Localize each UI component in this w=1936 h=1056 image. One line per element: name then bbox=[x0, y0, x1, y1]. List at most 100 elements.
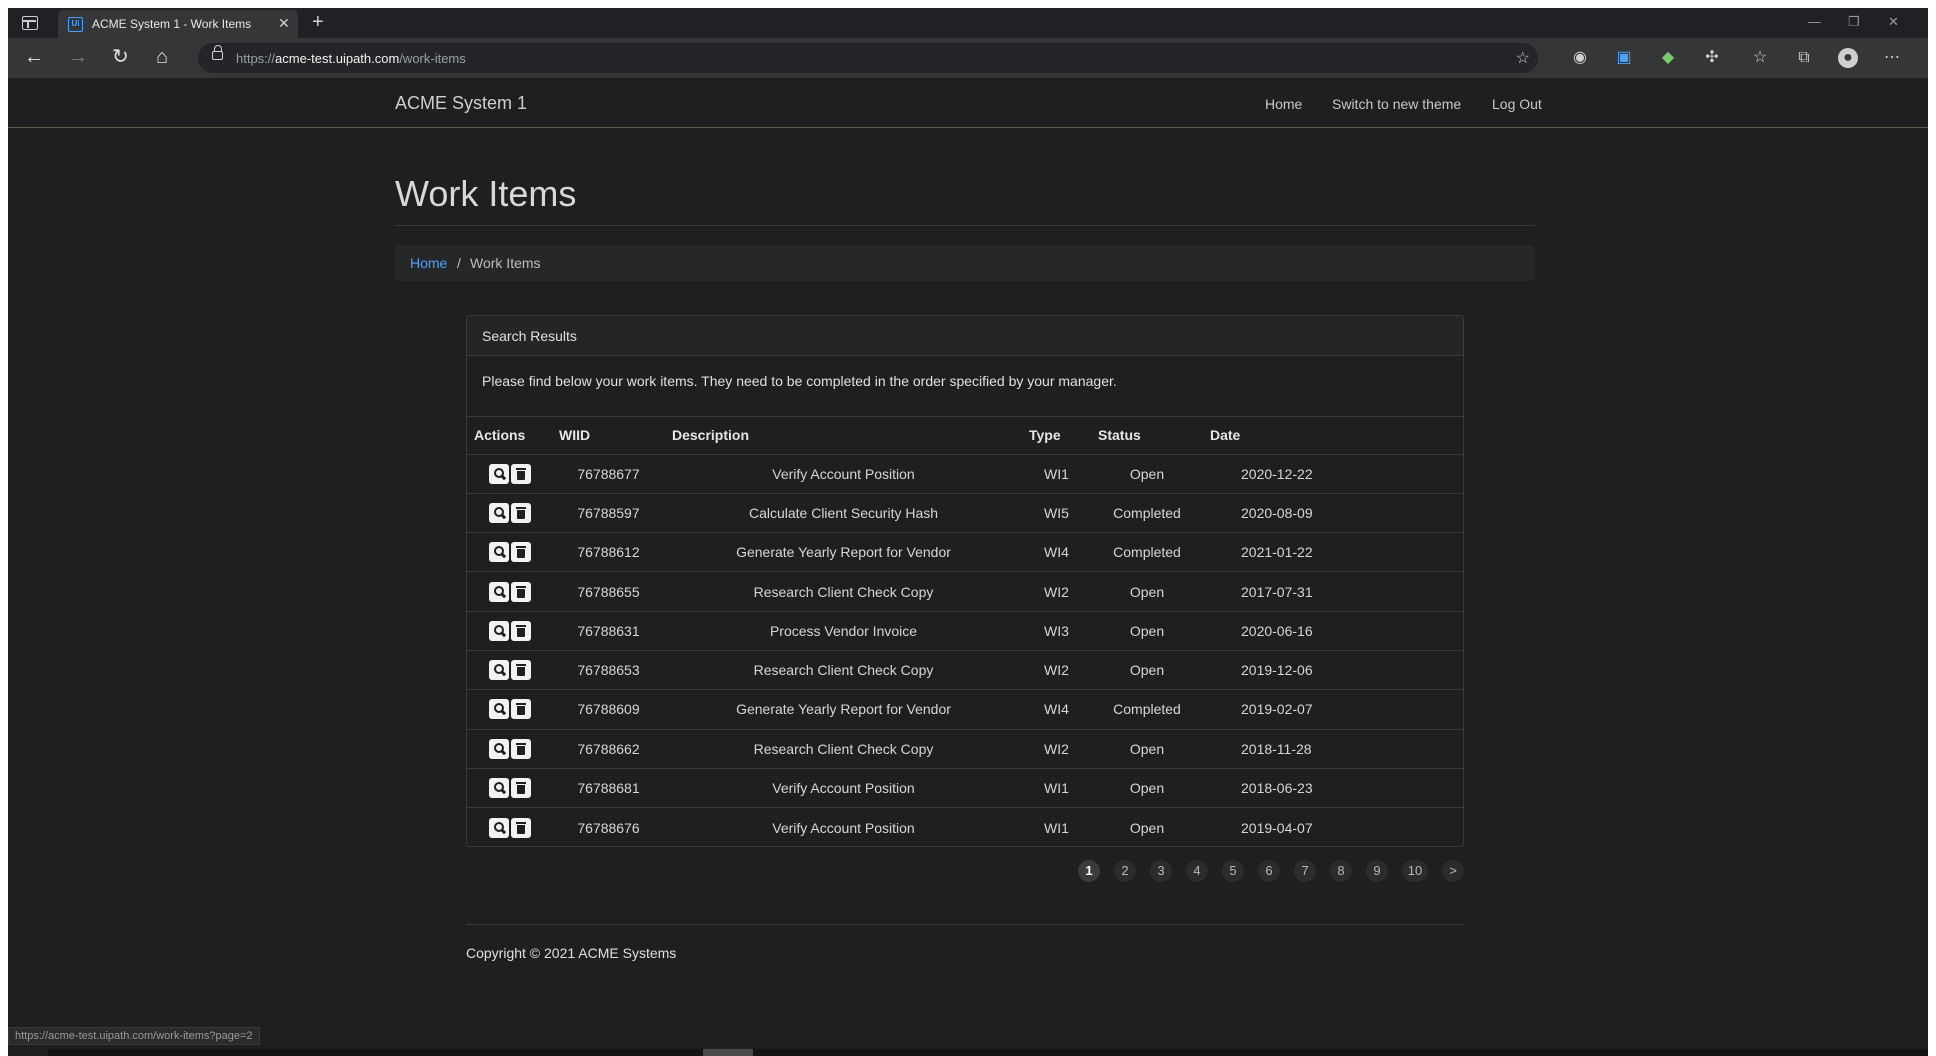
restore-icon[interactable]: ❐ bbox=[1848, 14, 1860, 30]
page-7-button[interactable]: 7 bbox=[1294, 860, 1316, 882]
horizontal-scrollbar[interactable] bbox=[48, 1049, 1928, 1056]
row-actions bbox=[467, 532, 552, 573]
new-tab-icon[interactable]: + bbox=[312, 11, 324, 34]
copyright-text: Copyright © 2021 ACME Systems bbox=[466, 945, 677, 961]
panel-description: Please find below your work items. They … bbox=[482, 373, 1117, 389]
close-tab-icon[interactable]: ✕ bbox=[278, 15, 290, 32]
row-actions bbox=[467, 808, 552, 847]
page-5-button[interactable]: 5 bbox=[1222, 860, 1244, 882]
nav-logout-link[interactable]: Log Out bbox=[1492, 96, 1542, 112]
close-window-icon[interactable]: ✕ bbox=[1888, 14, 1899, 30]
home-icon[interactable]: ⌂ bbox=[156, 46, 168, 68]
cell-date: 2020-06-16 bbox=[1203, 611, 1463, 651]
delete-trash-icon[interactable] bbox=[510, 738, 531, 759]
table-row: 76788609 Generate Yearly Report for Vend… bbox=[467, 689, 1463, 730]
row-actions bbox=[467, 650, 552, 691]
extension-icon[interactable]: ◉ bbox=[1570, 48, 1590, 68]
cell-date: 2020-08-09 bbox=[1203, 493, 1463, 534]
scrollbar-thumb[interactable] bbox=[703, 1049, 753, 1056]
extension-icon[interactable]: ◆ bbox=[1658, 48, 1678, 68]
cell-wiid: 76788655 bbox=[552, 571, 665, 612]
delete-trash-icon[interactable] bbox=[510, 542, 531, 563]
cell-wiid: 76788631 bbox=[552, 611, 665, 651]
url-text[interactable]: https://acme-test.uipath.com/work-items bbox=[236, 51, 466, 66]
delete-trash-icon[interactable] bbox=[510, 581, 531, 602]
collections-icon[interactable]: ⧉ bbox=[1794, 48, 1814, 68]
cell-description: Research Client Check Copy bbox=[665, 729, 1022, 769]
page-6-button[interactable]: 6 bbox=[1258, 860, 1280, 882]
extensions-icon[interactable]: ✣ bbox=[1702, 48, 1722, 68]
cell-type: WI2 bbox=[1022, 729, 1091, 769]
delete-trash-icon[interactable] bbox=[510, 660, 531, 681]
delete-trash-icon[interactable] bbox=[510, 699, 531, 720]
cell-date: 2020-12-22 bbox=[1203, 454, 1463, 494]
delete-trash-icon[interactable] bbox=[510, 778, 531, 799]
row-actions bbox=[467, 768, 552, 809]
page-title: Work Items bbox=[395, 173, 577, 214]
row-actions bbox=[467, 571, 552, 612]
page-9-button[interactable]: 9 bbox=[1366, 860, 1388, 882]
view-search-icon[interactable] bbox=[488, 542, 509, 563]
favorites-icon[interactable]: ☆ bbox=[1750, 48, 1770, 68]
table-row: 76788676 Verify Account Position WI1 Ope… bbox=[467, 808, 1463, 847]
lock-icon[interactable] bbox=[212, 45, 223, 60]
table-row: 76788631 Process Vendor Invoice WI3 Open… bbox=[467, 611, 1463, 651]
view-search-icon[interactable] bbox=[488, 738, 509, 759]
page-8-button[interactable]: 8 bbox=[1330, 860, 1352, 882]
cell-date: 2019-12-06 bbox=[1203, 650, 1463, 691]
delete-trash-icon[interactable] bbox=[510, 502, 531, 523]
next-page-button[interactable]: > bbox=[1442, 860, 1464, 882]
add-favorite-icon[interactable]: ☆ bbox=[1516, 48, 1530, 68]
cell-type: WI4 bbox=[1022, 689, 1091, 730]
search-results-panel: Search Results Please find below your wo… bbox=[466, 315, 1464, 847]
page-3-button[interactable]: 3 bbox=[1150, 860, 1172, 882]
cell-description: Process Vendor Invoice bbox=[665, 611, 1022, 651]
column-header-description: Description bbox=[665, 417, 1022, 455]
profile-avatar-icon[interactable]: ● bbox=[1838, 48, 1858, 68]
view-search-icon[interactable] bbox=[488, 778, 509, 799]
address-bar[interactable]: https://acme-test.uipath.com/work-items … bbox=[198, 43, 1538, 73]
page-4-button[interactable]: 4 bbox=[1186, 860, 1208, 882]
cell-date: 2019-04-07 bbox=[1241, 819, 1313, 836]
breadcrumb-home-link[interactable]: Home bbox=[410, 255, 447, 271]
view-search-icon[interactable] bbox=[488, 463, 509, 484]
nav-switch-theme-link[interactable]: Switch to new theme bbox=[1332, 96, 1461, 112]
forward-icon[interactable]: → bbox=[68, 46, 88, 68]
cell-status: Completed bbox=[1091, 532, 1203, 573]
cell-description: Verify Account Position bbox=[665, 454, 1022, 494]
uipath-favicon-icon: Ui bbox=[68, 17, 83, 32]
uipath-extension-icon[interactable]: ▣ bbox=[1614, 48, 1634, 68]
brand-title[interactable]: ACME System 1 bbox=[395, 93, 527, 114]
page-2-button[interactable]: 2 bbox=[1114, 860, 1136, 882]
view-search-icon[interactable] bbox=[488, 817, 509, 838]
tab-actions-icon[interactable] bbox=[22, 16, 38, 30]
cell-type: WI4 bbox=[1022, 532, 1091, 573]
row-actions bbox=[467, 611, 552, 651]
cell-status: Open bbox=[1091, 611, 1203, 651]
breadcrumb-separator: / bbox=[457, 255, 461, 271]
delete-trash-icon[interactable] bbox=[510, 817, 531, 838]
nav-home-link[interactable]: Home bbox=[1265, 96, 1302, 112]
back-icon[interactable]: ← bbox=[24, 46, 44, 68]
page-1-button[interactable]: 1 bbox=[1078, 860, 1100, 882]
cell-description: Generate Yearly Report for Vendor bbox=[665, 532, 1022, 573]
refresh-icon[interactable]: ↻ bbox=[112, 46, 129, 68]
view-search-icon[interactable] bbox=[488, 502, 509, 523]
view-search-icon[interactable] bbox=[488, 699, 509, 720]
cell-status: Open bbox=[1091, 650, 1203, 691]
table-row: 76788677 Verify Account Position WI1 Ope… bbox=[467, 454, 1463, 494]
breadcrumb-current: Work Items bbox=[470, 255, 541, 271]
view-search-icon[interactable] bbox=[488, 581, 509, 602]
address-bar-row: ← → ↻ ⌂ https://acme-test.uipath.com/wor… bbox=[8, 38, 1928, 78]
page-10-button[interactable]: 10 bbox=[1402, 860, 1428, 882]
cell-wiid: 76788597 bbox=[552, 493, 665, 534]
delete-trash-icon[interactable] bbox=[510, 620, 531, 641]
more-menu-icon[interactable]: ⋯ bbox=[1882, 48, 1902, 68]
view-search-icon[interactable] bbox=[488, 660, 509, 681]
view-search-icon[interactable] bbox=[488, 620, 509, 641]
delete-trash-icon[interactable] bbox=[510, 463, 531, 484]
browser-tab[interactable]: Ui ACME System 1 - Work Items ✕ bbox=[58, 10, 298, 38]
minimize-icon[interactable]: — bbox=[1808, 14, 1821, 29]
column-header-type: Type bbox=[1022, 417, 1091, 455]
title-divider bbox=[395, 225, 1535, 226]
